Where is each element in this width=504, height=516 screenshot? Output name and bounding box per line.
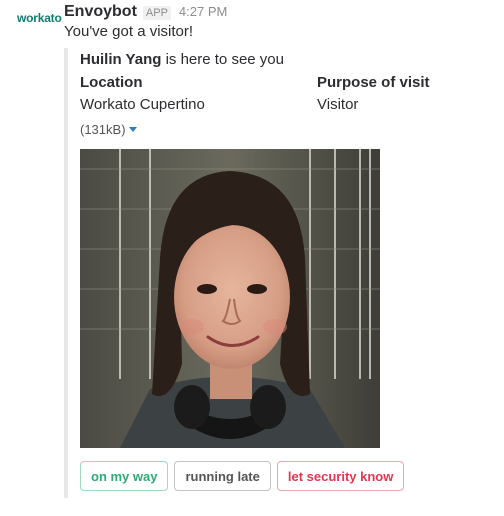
let-security-know-button[interactable]: let security know — [276, 461, 405, 491]
running-late-button[interactable]: running late — [174, 461, 271, 491]
caret-down-icon[interactable] — [128, 127, 137, 132]
location-field-title: Location — [80, 74, 143, 91]
message-text: You've got a visitor! — [64, 23, 194, 40]
visitor-photo-icon — [80, 149, 380, 448]
visitor-name: Huilin Yang — [80, 51, 162, 68]
visitor-headline: Huilin Yang is here to see you — [80, 51, 284, 68]
action-buttons: on my way running late let security know — [80, 461, 405, 491]
message-header: Envoybot APP 4:27 PM — [64, 3, 227, 23]
file-size-label: (131kB) — [80, 122, 126, 137]
on-my-way-button[interactable]: on my way — [80, 461, 169, 491]
workato-avatar[interactable]: workato — [17, 11, 62, 31]
message-timestamp[interactable]: 4:27 PM — [179, 4, 227, 19]
file-size-toggle[interactable]: (131kB) — [80, 122, 137, 137]
purpose-field-title: Purpose of visit — [317, 74, 430, 91]
visitor-headline-suffix: is here to see you — [161, 51, 284, 68]
visitor-photo[interactable] — [80, 149, 380, 448]
location-field-value: Workato Cupertino — [80, 96, 205, 113]
purpose-field-value: Visitor — [317, 96, 359, 113]
app-badge: APP — [142, 6, 171, 20]
visitor-attachment: Huilin Yang is here to see you Location … — [64, 48, 448, 498]
sender-name[interactable]: Envoybot — [64, 3, 137, 21]
